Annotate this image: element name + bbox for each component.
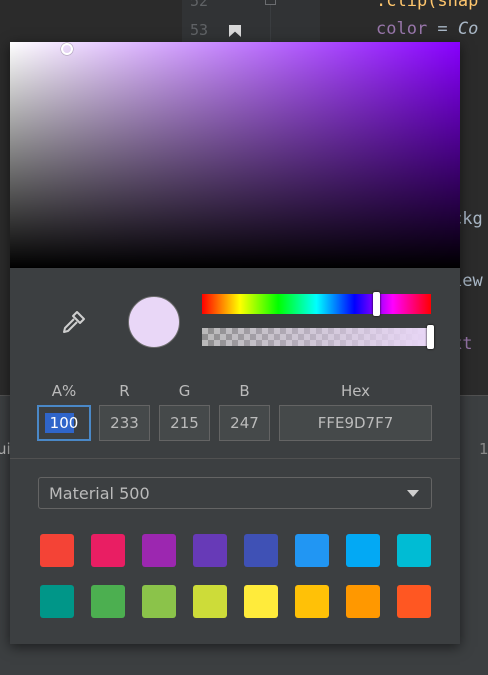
color-swatch[interactable] [295, 585, 329, 618]
hue-slider-thumb[interactable] [373, 292, 380, 316]
alpha-slider[interactable] [202, 328, 431, 346]
blue-input[interactable] [219, 405, 270, 441]
color-swatch[interactable] [397, 534, 431, 567]
panel-text: 1 [479, 440, 488, 458]
eyedropper-icon [63, 311, 85, 333]
red-label: R [119, 382, 130, 400]
alpha-gradient [202, 328, 431, 346]
green-input[interactable] [159, 405, 210, 441]
color-preview [128, 296, 180, 348]
palette-dropdown-value: Material 500 [49, 484, 150, 503]
alpha-slider-thumb[interactable] [427, 325, 434, 349]
fold-marker-icon[interactable] [265, 0, 276, 5]
code-keyword: color [376, 19, 428, 39]
hex-input[interactable] [279, 405, 432, 441]
saturation-brightness-area[interactable] [10, 42, 460, 268]
blue-label: B [239, 382, 250, 400]
color-swatch[interactable] [91, 534, 125, 567]
code-text: color = Co [376, 19, 478, 39]
color-swatch[interactable] [346, 534, 380, 567]
color-swatch[interactable] [91, 585, 125, 618]
hue-slider[interactable] [202, 294, 431, 314]
color-swatch[interactable] [142, 534, 176, 567]
color-swatch[interactable] [244, 585, 278, 618]
code-rest: = Co [427, 19, 479, 39]
line-number: 52 [190, 0, 209, 10]
color-swatch[interactable] [244, 534, 278, 567]
eyedropper-button[interactable] [58, 308, 88, 338]
color-swatch[interactable] [397, 585, 431, 618]
hex-label: Hex [340, 382, 371, 400]
color-swatch[interactable] [346, 585, 380, 618]
green-label: G [178, 382, 191, 400]
code-text: .clip(shap [376, 0, 479, 11]
line-number: 53 [190, 21, 209, 39]
color-swatch[interactable] [193, 585, 227, 618]
alpha-input[interactable] [37, 405, 91, 441]
color-swatch[interactable] [142, 585, 176, 618]
color-swatch[interactable] [295, 534, 329, 567]
chevron-down-icon [407, 490, 419, 497]
saturation-brightness-handle[interactable] [61, 43, 73, 55]
color-picker-popup: A% R G B Hex Material 500 [10, 42, 460, 644]
color-swatch[interactable] [40, 534, 74, 567]
color-swatch[interactable] [40, 585, 74, 618]
alpha-label: A% [51, 382, 77, 400]
red-input[interactable] [99, 405, 150, 441]
palette-dropdown[interactable]: Material 500 [38, 477, 432, 509]
divider [10, 458, 460, 459]
color-swatch[interactable] [193, 534, 227, 567]
